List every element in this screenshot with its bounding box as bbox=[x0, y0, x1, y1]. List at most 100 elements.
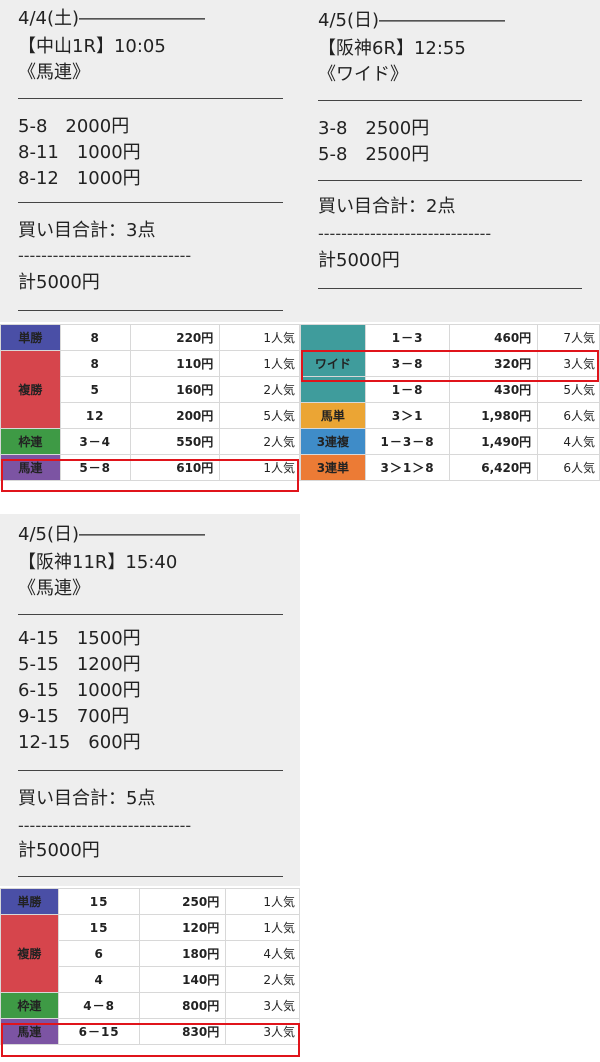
combination: 3＞1＞8 bbox=[364, 454, 451, 481]
race-name: 【阪神11R】15:40 bbox=[18, 552, 178, 573]
dash-divider: ------------------------------ bbox=[18, 816, 192, 835]
payout: 180円 bbox=[139, 940, 227, 967]
payout: 1,490円 bbox=[449, 428, 539, 455]
popularity: 2人気 bbox=[219, 376, 300, 403]
payout: 550円 bbox=[129, 428, 221, 455]
race-name: 【中山1R】10:05 bbox=[18, 36, 166, 57]
label-sanrentan: 3連単 bbox=[300, 454, 366, 481]
label-wide-top bbox=[300, 324, 366, 351]
label-fukusho: 複勝 bbox=[0, 350, 61, 429]
race-date: 4/4(土)――――――― bbox=[18, 8, 206, 29]
popularity: 1人気 bbox=[225, 888, 300, 915]
divider bbox=[18, 310, 283, 311]
dash-divider: ------------------------------ bbox=[18, 246, 192, 265]
divider bbox=[18, 876, 283, 877]
popularity: 2人気 bbox=[219, 428, 300, 455]
total-amount: 計5000円 bbox=[318, 250, 400, 271]
bet-line: 5-8 2000円 bbox=[18, 116, 130, 137]
combination: 4－8 bbox=[57, 992, 141, 1019]
divider bbox=[18, 202, 283, 203]
highlight-box bbox=[1, 1023, 300, 1057]
result-table-2: 1－3 460円 7人気 ワイド 3－8 320円 3人気 1－8 430円 5… bbox=[300, 324, 600, 481]
divider bbox=[18, 614, 283, 615]
popularity: 3人気 bbox=[225, 992, 300, 1019]
payout: 160円 bbox=[129, 376, 221, 403]
divider bbox=[318, 100, 582, 101]
total-amount: 計5000円 bbox=[18, 272, 100, 293]
popularity: 6人気 bbox=[537, 454, 600, 481]
popularity: 5人気 bbox=[219, 402, 300, 429]
bet-line: 12-15 600円 bbox=[18, 732, 141, 753]
label-tansho: 単勝 bbox=[0, 888, 59, 915]
popularity: 6人気 bbox=[537, 402, 600, 429]
popularity: 7人気 bbox=[537, 324, 600, 351]
combination: 8 bbox=[59, 350, 131, 377]
highlight-box bbox=[301, 350, 599, 382]
combination: 3＞1 bbox=[364, 402, 451, 429]
race-date: 4/5(日)――――――― bbox=[318, 10, 506, 31]
table-row: 馬単 3＞1 1,980円 6人気 bbox=[300, 402, 600, 429]
bet-line: 8-11 1000円 bbox=[18, 142, 141, 163]
payout: 1,980円 bbox=[449, 402, 539, 429]
table-row: 枠連 4－8 800円 3人気 bbox=[0, 992, 300, 1019]
total-amount: 計5000円 bbox=[18, 840, 100, 861]
popularity: 2人気 bbox=[225, 966, 300, 993]
dash-divider: ------------------------------ bbox=[318, 224, 492, 243]
divider bbox=[18, 770, 283, 771]
label-fukusho: 複勝 bbox=[0, 914, 59, 993]
table-row: 複勝 15 120円 1人気 bbox=[0, 914, 300, 993]
label-tansho: 単勝 bbox=[0, 324, 61, 351]
table-row: 3連複 1－3－8 1,490円 4人気 bbox=[300, 428, 600, 455]
payout: 220円 bbox=[129, 324, 221, 351]
bet-line: 8-12 1000円 bbox=[18, 168, 141, 189]
race-date: 4/5(日)――――――― bbox=[18, 524, 206, 545]
highlight-box bbox=[1, 459, 299, 492]
bet-line: 5-8 2500円 bbox=[318, 144, 430, 165]
combination: 3－4 bbox=[59, 428, 131, 455]
bet-panel-2: 4/5(日)――――――― 【阪神6R】12:55 《ワイド》 3-8 2500… bbox=[300, 0, 600, 322]
popularity: 1人気 bbox=[219, 350, 300, 377]
combination: 15 bbox=[57, 888, 141, 915]
result-table-3: 単勝 15 250円 1人気 複勝 15 120円 1人気 6 180円 4人気… bbox=[0, 888, 300, 1045]
bet-line: 4-15 1500円 bbox=[18, 628, 141, 649]
payout: 110円 bbox=[129, 350, 221, 377]
bet-panel-1: 4/4(土)――――――― 【中山1R】10:05 《馬連》 5-8 2000円… bbox=[0, 0, 300, 322]
label-sanrenpuku: 3連複 bbox=[300, 428, 366, 455]
race-name: 【阪神6R】12:55 bbox=[318, 38, 466, 59]
bet-type: 《馬連》 bbox=[18, 578, 90, 599]
bet-type: 《ワイド》 bbox=[318, 64, 408, 85]
combination: 12 bbox=[59, 402, 131, 429]
payout: 460円 bbox=[449, 324, 539, 351]
result-table-1: 単勝 8 220円 1人気 複勝 8 110円 1人気 5 160円 2人気 1… bbox=[0, 324, 300, 481]
combination: 5 bbox=[59, 376, 131, 403]
payout: 120円 bbox=[139, 914, 227, 941]
table-row: 枠連 3－4 550円 2人気 bbox=[0, 428, 300, 455]
payout: 800円 bbox=[139, 992, 227, 1019]
payout: 6,420円 bbox=[449, 454, 539, 481]
combination: 1－3－8 bbox=[364, 428, 451, 455]
table-row: 1－3 460円 7人気 bbox=[300, 324, 600, 351]
total-points: 買い目合計：5点 bbox=[18, 788, 156, 809]
combination: 1－3 bbox=[364, 324, 451, 351]
popularity: 1人気 bbox=[225, 914, 300, 941]
bet-panel-3: 4/5(日)――――――― 【阪神11R】15:40 《馬連》 4-15 150… bbox=[0, 514, 300, 886]
payout: 140円 bbox=[139, 966, 227, 993]
payout: 200円 bbox=[129, 402, 221, 429]
combination: 6 bbox=[57, 940, 141, 967]
bet-line: 5-15 1200円 bbox=[18, 654, 141, 675]
bet-line: 3-8 2500円 bbox=[318, 118, 430, 139]
label-umatan: 馬単 bbox=[300, 402, 366, 429]
popularity: 4人気 bbox=[225, 940, 300, 967]
bet-line: 6-15 1000円 bbox=[18, 680, 141, 701]
table-row: 複勝 8 110円 1人気 bbox=[0, 350, 300, 429]
combination: 4 bbox=[57, 966, 141, 993]
label-wakuren: 枠連 bbox=[0, 428, 61, 455]
popularity: 1人気 bbox=[219, 324, 300, 351]
popularity: 4人気 bbox=[537, 428, 600, 455]
bet-line: 9-15 700円 bbox=[18, 706, 130, 727]
bet-type: 《馬連》 bbox=[18, 62, 90, 83]
table-row: 単勝 15 250円 1人気 bbox=[0, 888, 300, 915]
combination: 15 bbox=[57, 914, 141, 941]
table-row: 3連単 3＞1＞8 6,420円 6人気 bbox=[300, 454, 600, 481]
total-points: 買い目合計：3点 bbox=[18, 220, 156, 241]
